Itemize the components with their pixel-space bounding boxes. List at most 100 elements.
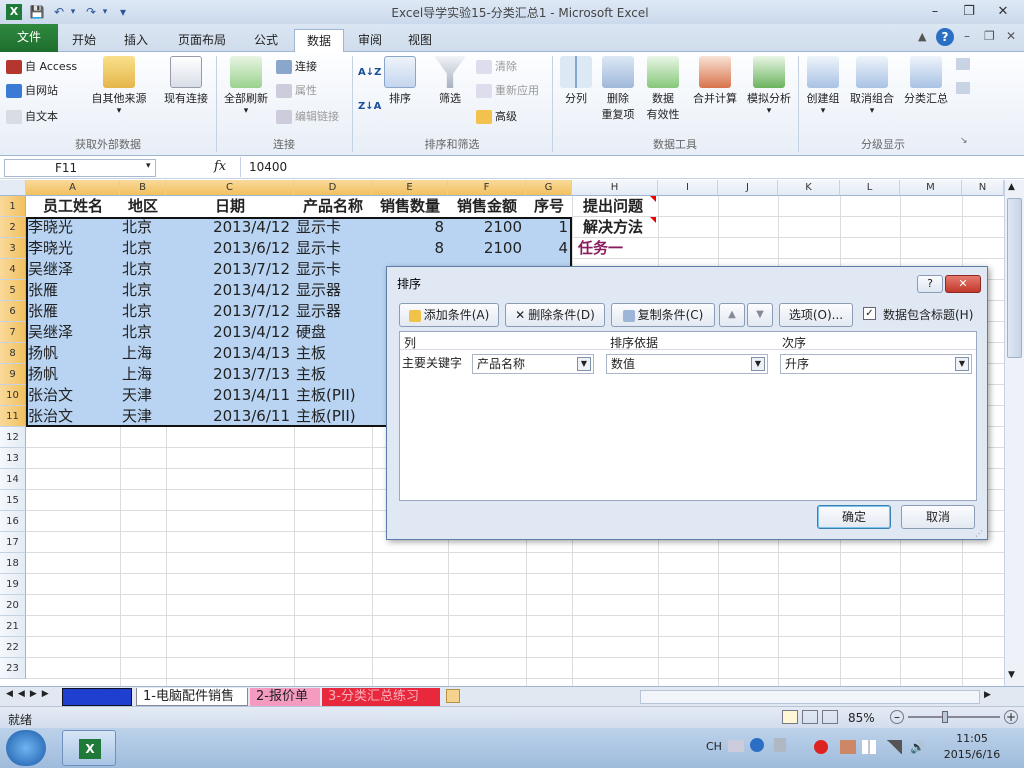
filter-button[interactable]: 筛选 — [432, 56, 468, 106]
table-cell[interactable]: 2100 — [448, 238, 526, 259]
tab-file[interactable]: 文件 — [0, 24, 58, 52]
header-cell[interactable]: 销售数量 — [372, 196, 448, 217]
help-icon[interactable]: ? — [936, 28, 954, 46]
row-header-7[interactable]: 7 — [0, 322, 26, 343]
column-header-c[interactable]: C — [166, 180, 294, 196]
table-cell[interactable]: 张雁 — [26, 301, 120, 322]
row-header-10[interactable]: 10 — [0, 385, 26, 406]
minimize-workbook-icon[interactable]: – — [964, 29, 970, 43]
table-cell[interactable]: 北京 — [120, 301, 166, 322]
sort-za-button[interactable]: Z↓A — [358, 96, 381, 118]
maximize-button[interactable]: ❐ — [956, 2, 982, 22]
row-header-8[interactable]: 8 — [0, 343, 26, 364]
properties-button[interactable]: 属性 — [276, 80, 317, 102]
table-cell[interactable]: 2100 — [448, 217, 526, 238]
minimize-button[interactable]: – — [922, 2, 948, 22]
consolidate-button[interactable]: 合并计算 — [688, 56, 742, 106]
redo-dropdown-icon[interactable]: ▾ — [96, 3, 114, 21]
note-task-one[interactable]: 任务一 — [576, 238, 650, 259]
sheet-tab-subtotal-practice[interactable]: 3-分类汇总练习 — [322, 688, 440, 706]
row-header-17[interactable]: 17 — [0, 532, 26, 553]
network-icon[interactable] — [886, 740, 902, 754]
table-cell[interactable]: 4 — [526, 238, 572, 259]
table-cell[interactable]: 扬帆 — [26, 364, 120, 385]
table-cell[interactable]: 8 — [372, 217, 448, 238]
row-header-19[interactable]: 19 — [0, 574, 26, 595]
table-cell[interactable]: 北京 — [120, 322, 166, 343]
advanced-filter-button[interactable]: 高级 — [476, 106, 517, 128]
taskbar-excel-button[interactable]: X — [62, 730, 116, 766]
save-icon[interactable]: 💾 — [28, 3, 46, 21]
table-cell[interactable]: 2013/4/12 — [166, 217, 294, 238]
move-up-button[interactable]: ▲ — [719, 303, 745, 327]
table-cell[interactable]: 2013/7/12 — [166, 301, 294, 322]
refresh-all-button[interactable]: 全部刷新 ▾ — [220, 56, 272, 116]
table-cell[interactable]: 天津 — [120, 406, 166, 427]
tab-data[interactable]: 数据 — [294, 29, 345, 52]
note-solution[interactable]: 解决方法 — [576, 217, 650, 238]
table-cell[interactable]: 上海 — [120, 364, 166, 385]
row-header-23[interactable]: 23 — [0, 658, 26, 679]
table-cell[interactable]: 张雁 — [26, 280, 120, 301]
table-cell[interactable]: 显示卡 — [294, 217, 372, 238]
table-cell[interactable]: 2013/7/12 — [166, 259, 294, 280]
page-break-view-icon[interactable] — [822, 710, 838, 724]
header-cell[interactable]: 员工姓名 — [26, 196, 120, 217]
sort-button[interactable]: 排序 — [384, 56, 416, 106]
column-header-d[interactable]: D — [294, 180, 372, 196]
table-cell[interactable]: 吴继泽 — [26, 322, 120, 343]
sort-on-select[interactable]: 数值 ▼ — [606, 354, 768, 374]
sheet-nav-icon[interactable]: ◀◀▶▶ — [6, 689, 54, 699]
table-cell[interactable]: 扬帆 — [26, 343, 120, 364]
table-cell[interactable]: 张治文 — [26, 385, 120, 406]
close-button[interactable]: ✕ — [990, 2, 1016, 22]
dialog-close-button[interactable]: ✕ — [945, 275, 981, 293]
page-layout-view-icon[interactable] — [802, 710, 818, 724]
sort-az-button[interactable]: A↓Z — [358, 62, 381, 84]
vertical-scrollbar[interactable]: ▲ ▼ — [1004, 180, 1024, 686]
row-header-4[interactable]: 4 — [0, 259, 26, 280]
formula-input[interactable]: 10400 — [240, 157, 1020, 177]
sheet-tab-experiment-task[interactable]: 实验任务 — [62, 688, 132, 706]
language-indicator[interactable]: CH — [706, 740, 722, 753]
what-if-analysis-button[interactable]: 模拟分析 ▾ — [744, 56, 794, 116]
insert-function-icon[interactable]: fx — [214, 159, 226, 174]
existing-connections-button[interactable]: 现有连接 — [158, 56, 214, 106]
clock-time[interactable]: 11:05 — [946, 732, 998, 745]
column-header-j[interactable]: J — [718, 180, 778, 196]
table-cell[interactable]: 主板 — [294, 343, 372, 364]
chevron-down-icon[interactable]: ▼ — [751, 357, 765, 371]
header-cell[interactable]: 序号 — [526, 196, 572, 217]
hide-detail-icon[interactable] — [956, 82, 970, 94]
tab-insert[interactable]: 插入 — [112, 29, 160, 52]
header-cell[interactable]: 产品名称 — [294, 196, 372, 217]
header-cell[interactable]: 日期 — [166, 196, 294, 217]
row-header-2[interactable]: 2 — [0, 217, 26, 238]
restore-workbook-icon[interactable]: ❐ — [984, 29, 995, 43]
row-header-5[interactable]: 5 — [0, 280, 26, 301]
ok-button[interactable]: 确定 — [817, 505, 891, 529]
name-box[interactable]: F11 — [4, 159, 156, 177]
ribbon-collapse-icon[interactable]: ▲ — [918, 30, 926, 43]
edit-links-button[interactable]: 编辑链接 — [276, 106, 339, 128]
header-cell[interactable]: 地区 — [120, 196, 166, 217]
header-cell[interactable]: 销售金额 — [448, 196, 526, 217]
customize-qat-icon[interactable]: ▾ — [114, 3, 132, 21]
row-header-3[interactable]: 3 — [0, 238, 26, 259]
sheet-tab-computer-parts[interactable]: 1-电脑配件销售 — [136, 688, 248, 706]
from-other-sources-button[interactable]: 自其他来源 ▾ — [86, 56, 152, 116]
row-header-16[interactable]: 16 — [0, 511, 26, 532]
table-cell[interactable]: 硬盘 — [294, 322, 372, 343]
table-cell[interactable]: 主板(PII) — [294, 385, 372, 406]
undo-dropdown-icon[interactable]: ▾ — [64, 3, 82, 21]
select-all-corner[interactable] — [0, 180, 26, 196]
note-raise-question[interactable]: 提出问题 — [576, 196, 650, 217]
clock-date[interactable]: 2015/6/16 — [940, 748, 1004, 761]
zoom-in-icon[interactable]: + — [1004, 710, 1018, 724]
table-cell[interactable]: 显示卡 — [294, 259, 372, 280]
zoom-out-icon[interactable]: – — [890, 710, 904, 724]
table-cell[interactable]: 天津 — [120, 385, 166, 406]
table-cell[interactable]: 8 — [372, 238, 448, 259]
sort-column-select[interactable]: 产品名称 ▼ — [472, 354, 594, 374]
table-cell[interactable]: 显示卡 — [294, 238, 372, 259]
